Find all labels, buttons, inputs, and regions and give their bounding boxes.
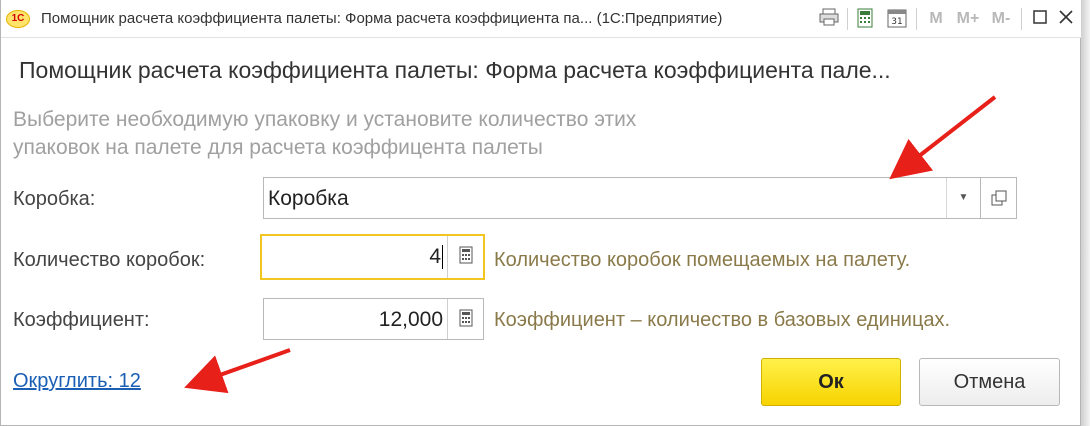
cancel-button[interactable]: Отмена bbox=[919, 358, 1060, 406]
instruction-text: Выберите необходимую упаковку и установи… bbox=[13, 106, 773, 162]
coefficient-label: Коэффициент: bbox=[13, 309, 150, 331]
print-icon[interactable] bbox=[817, 8, 841, 30]
title-bar: 1С Помощник расчета коэффициента палеты:… bbox=[1, 0, 1082, 38]
calculator-icon[interactable] bbox=[447, 236, 483, 278]
calculator-icon[interactable] bbox=[447, 299, 483, 339]
toolbar-separator bbox=[1021, 8, 1022, 30]
maximize-icon[interactable] bbox=[1029, 8, 1051, 30]
memory-plus-button[interactable]: M+ bbox=[953, 8, 983, 30]
box-count-label: Количество коробок: bbox=[13, 249, 206, 271]
box-label: Коробка: bbox=[13, 188, 96, 210]
window-shadow bbox=[1081, 0, 1090, 426]
dialog-window: 1С Помощник расчета коэффициента палеты:… bbox=[0, 0, 1082, 426]
app-logo-icon: 1С bbox=[6, 10, 30, 28]
svg-text:31: 31 bbox=[891, 17, 902, 27]
form-title: Помощник расчета коэффициента палеты: Фо… bbox=[19, 57, 891, 83]
round-link[interactable]: Округлить: 12 bbox=[13, 370, 141, 393]
instruction-line: Выберите необходимую упаковку и установи… bbox=[13, 108, 637, 131]
calculator-icon[interactable] bbox=[853, 8, 877, 30]
toolbar-separator bbox=[916, 8, 917, 30]
calendar-icon[interactable]: 31 bbox=[885, 8, 909, 30]
dropdown-arrow-icon[interactable]: ▼ bbox=[946, 178, 980, 218]
box-select[interactable]: Коробка ▼ bbox=[263, 177, 1017, 219]
toolbar-separator bbox=[847, 8, 848, 30]
window-title: Помощник расчета коэффициента палеты: Фо… bbox=[41, 10, 723, 27]
coefficient-description: Коэффициент – количество в базовых едини… bbox=[494, 309, 951, 331]
instruction-line: упаковок на палете для расчета коэффицен… bbox=[13, 136, 543, 159]
open-form-icon[interactable] bbox=[980, 178, 1016, 218]
box-count-value[interactable]: 4 bbox=[429, 245, 443, 270]
box-count-description: Количество коробок помещаемых на палету. bbox=[494, 249, 911, 271]
memory-minus-button[interactable]: M- bbox=[987, 8, 1015, 30]
memory-m-button[interactable]: M bbox=[925, 8, 947, 30]
coefficient-input[interactable]: 12,000 bbox=[263, 298, 484, 340]
box-select-value[interactable]: Коробка bbox=[268, 187, 349, 211]
text-caret bbox=[442, 245, 443, 270]
close-icon[interactable] bbox=[1055, 8, 1077, 30]
box-count-input[interactable]: 4 bbox=[260, 234, 485, 280]
ok-button[interactable]: Ок bbox=[761, 358, 901, 406]
coefficient-value[interactable]: 12,000 bbox=[379, 308, 443, 332]
